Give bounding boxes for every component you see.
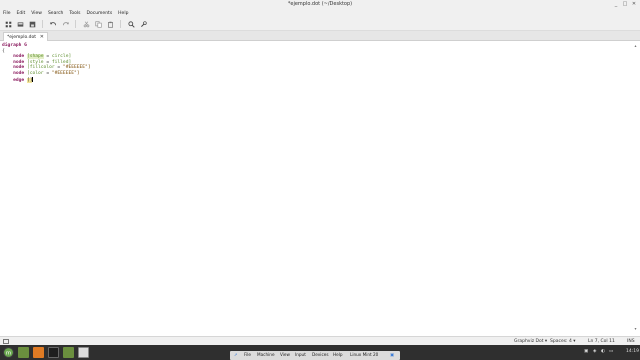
code-keyword: node xyxy=(13,54,25,60)
vm-arrow-icon[interactable]: ➚ xyxy=(234,352,238,357)
spaces-selector[interactable]: Spaces: 4 ▾ xyxy=(550,339,576,344)
tab-bar: *ejemplo.dot ✕ xyxy=(0,31,640,41)
code-keyword: node xyxy=(13,65,25,71)
cut-icon[interactable] xyxy=(82,20,90,28)
menu-help[interactable]: Help xyxy=(118,11,128,16)
scroll-down-icon[interactable]: ▾ xyxy=(633,326,638,331)
code-attribute: [color xyxy=(26,70,44,76)
vm-menu-view[interactable]: View xyxy=(280,352,290,357)
files-icon[interactable] xyxy=(18,347,29,358)
menu-view[interactable]: View xyxy=(31,11,42,16)
code-keyword: edge xyxy=(13,77,25,83)
code-keyword: node xyxy=(13,70,25,76)
code-content[interactable]: digraph G { node [shape = circle] node [… xyxy=(2,43,91,83)
undo-icon[interactable] xyxy=(49,20,57,28)
volume-icon[interactable]: ◐ xyxy=(601,349,605,354)
menu-tools[interactable]: Tools xyxy=(69,11,80,16)
tab-ejemplo[interactable]: *ejemplo.dot ✕ xyxy=(3,32,48,41)
toolbar-separator xyxy=(42,20,43,28)
vm-title: Linux Mint 20 xyxy=(350,352,379,357)
code-line-2: { xyxy=(2,48,5,54)
tab-label: *ejemplo.dot xyxy=(7,34,37,40)
vm-screen-icon[interactable]: ▣ xyxy=(390,352,394,357)
vm-menu-machine[interactable]: Machine xyxy=(257,352,275,357)
menu-file[interactable]: File xyxy=(3,11,11,16)
vm-menu-bar: ➚ File Machine View Input Devices Help L… xyxy=(230,351,400,360)
vm-menu-devices[interactable]: Devices xyxy=(312,352,329,357)
copy-icon[interactable] xyxy=(94,20,102,28)
vm-menu-input[interactable]: Input xyxy=(295,352,306,357)
search-icon[interactable] xyxy=(127,20,135,28)
code-operator: = xyxy=(43,70,52,76)
code-value: "#EEEEEE"] xyxy=(51,70,80,76)
code-line-1: digraph G xyxy=(2,43,27,48)
menu-bar: File Edit View Search Tools Documents He… xyxy=(0,9,640,17)
insert-mode: INS xyxy=(627,339,635,344)
title-bar: *ejemplo.dot (~/Desktop) _ □ ✕ xyxy=(0,0,640,9)
clock[interactable]: 14:19 xyxy=(626,349,639,354)
text-cursor xyxy=(32,76,34,82)
window-title: *ejemplo.dot (~/Desktop) xyxy=(287,1,353,7)
language-selector[interactable]: Graphviz Dot ▾ xyxy=(514,339,547,344)
new-document-icon[interactable] xyxy=(4,20,12,28)
menu-search[interactable]: Search xyxy=(48,11,63,16)
start-menu-icon[interactable]: m xyxy=(3,347,14,358)
tools-icon[interactable] xyxy=(139,20,147,28)
minimize-button[interactable]: _ xyxy=(612,1,620,8)
maximize-button[interactable]: □ xyxy=(621,1,629,8)
toolbar xyxy=(0,17,640,31)
text-editor-icon[interactable] xyxy=(78,347,89,358)
text-editor[interactable]: digraph G { node [shape = circle] node [… xyxy=(0,41,640,334)
code-operator: = xyxy=(54,65,63,71)
menu-edit[interactable]: Edit xyxy=(17,11,26,16)
code-value: "#EEEEEE"] xyxy=(62,65,91,71)
scroll-up-icon[interactable]: ▴ xyxy=(633,43,638,48)
open-icon[interactable] xyxy=(16,20,24,28)
battery-icon[interactable]: ▭ xyxy=(609,349,613,354)
vm-menu-file[interactable]: File xyxy=(244,352,251,357)
menu-documents[interactable]: Documents xyxy=(87,11,113,16)
network-icon[interactable]: ▣ xyxy=(584,349,588,354)
code-operator: = xyxy=(43,54,52,60)
code-attribute: [shape xyxy=(26,54,44,60)
status-bar: Graphviz Dot ▾ Spaces: 4 ▾ Ln 7, Col 11 … xyxy=(0,336,640,345)
vm-menu-help[interactable]: Help xyxy=(333,352,343,357)
sidebar-toggle-icon[interactable] xyxy=(3,339,9,344)
shield-icon[interactable]: ◈ xyxy=(593,349,596,354)
code-value: circle] xyxy=(51,54,72,60)
toolbar-separator xyxy=(120,20,121,28)
redo-icon[interactable] xyxy=(61,20,69,28)
svg-text:m: m xyxy=(6,351,11,357)
terminal-icon[interactable] xyxy=(48,347,59,358)
toolbar-separator xyxy=(75,20,76,28)
code-attribute: [fillcolor xyxy=(26,65,55,71)
firefox-icon[interactable] xyxy=(33,347,44,358)
close-button[interactable]: ✕ xyxy=(630,1,638,8)
cursor-position: Ln 7, Col 11 xyxy=(588,339,615,344)
save-icon[interactable] xyxy=(28,20,36,28)
tab-close-icon[interactable]: ✕ xyxy=(40,34,44,40)
paste-icon[interactable] xyxy=(106,20,114,28)
folder-icon[interactable] xyxy=(63,347,74,358)
